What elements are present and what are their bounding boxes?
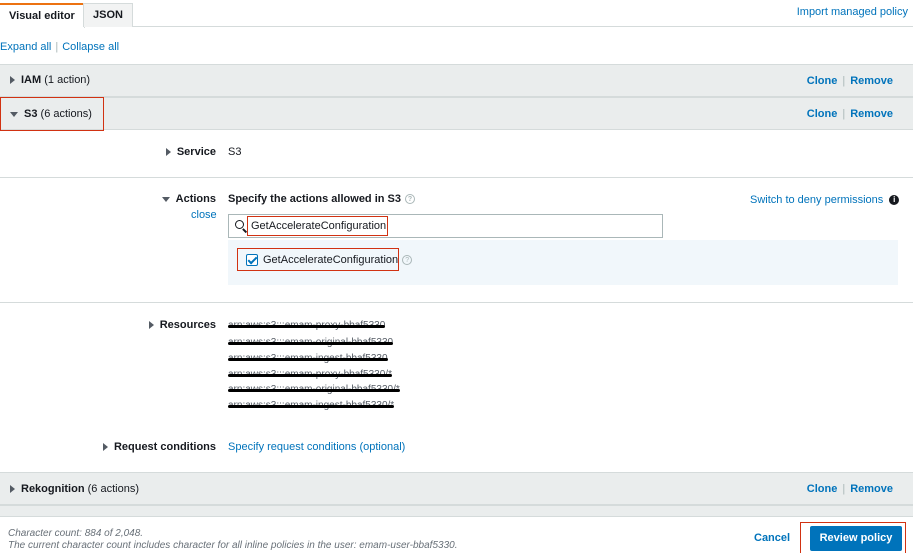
s3-remove-link[interactable]: Remove (850, 108, 893, 120)
resources-label-text: Resources (159, 319, 216, 331)
result-highlight-box (237, 248, 399, 271)
section-iam-service: IAM (21, 74, 42, 86)
section-rekognition-service: Rekognition (21, 483, 85, 495)
info-icon[interactable]: i (889, 195, 900, 206)
character-count-note: The current character count includes cha… (8, 540, 458, 551)
caret-down-icon (161, 196, 170, 202)
section-rekognition-header[interactable]: Rekognition (6 actions) Clone | Remove (0, 472, 913, 505)
resource-arn: arn:aws:s3:::emam-ingest-bbaf5330 (228, 353, 388, 364)
search-highlight-box (247, 216, 388, 236)
redaction-mark (228, 405, 395, 408)
redaction-mark (228, 342, 394, 345)
row-divider (0, 302, 913, 303)
expand-all-link[interactable]: Expand all (0, 41, 51, 53)
row-divider (0, 177, 913, 178)
request-conditions-label[interactable]: Request conditions (100, 441, 216, 453)
actions-heading: Specify the actions allowed in S3? (228, 193, 415, 205)
request-conditions-link[interactable]: Specify request conditions (optional) (228, 441, 405, 453)
tab-visual-editor[interactable]: Visual editor (0, 3, 85, 28)
service-row-label[interactable]: Service (160, 146, 216, 158)
caret-right-icon (10, 485, 15, 494)
rekognition-remove-link[interactable]: Remove (850, 483, 893, 495)
actions-row-label[interactable]: Actions (150, 193, 216, 205)
section-iam-title[interactable]: IAM (1 action) (10, 74, 90, 86)
resource-arn: arn:aws:s3:::emam-ingest-bbaf5330/* (228, 400, 395, 411)
s3-clone-link[interactable]: Clone (807, 108, 838, 120)
review-highlight-box (800, 522, 906, 553)
caret-right-icon (165, 148, 171, 157)
caret-right-icon (102, 443, 108, 452)
character-count-line: Character count: 884 of 2,048. (8, 528, 144, 539)
caret-right-icon (10, 76, 15, 85)
resource-arn: arn:aws:s3:::emam-proxy-bbaf5330/* (228, 369, 392, 380)
switch-deny-permissions[interactable]: Switch to deny permissions i (750, 194, 900, 206)
help-icon[interactable]: ? (402, 255, 413, 266)
service-value: S3 (228, 146, 242, 158)
redaction-mark (228, 389, 400, 392)
iam-clone-link[interactable]: Clone (807, 75, 838, 87)
iam-remove-link[interactable]: Remove (850, 75, 893, 87)
section-iam-count: (1 action) (44, 74, 91, 86)
redaction-mark (228, 374, 392, 377)
redaction-mark (228, 325, 386, 328)
section-s3-header[interactable]: S3 (6 actions) Clone | Remove (0, 97, 913, 130)
caret-right-icon (148, 321, 154, 330)
resources-row-label[interactable]: Resources (140, 319, 216, 331)
s3-highlight-box (0, 97, 104, 131)
resource-arn: arn:aws:s3:::emam-original-bbaf5330/* (228, 384, 400, 395)
cancel-button[interactable]: Cancel (754, 532, 790, 544)
request-conditions-text: Request conditions (113, 441, 216, 453)
expand-collapse-controls: Expand all | Collapse all (0, 41, 120, 53)
section-rekognition-title[interactable]: Rekognition (6 actions) (10, 483, 139, 495)
actions-label-text: Actions (175, 193, 216, 205)
redaction-mark (228, 358, 388, 361)
actions-close-link[interactable]: close (191, 209, 217, 221)
resource-arn: arn:aws:s3:::emam-proxy-bbaf5330 (228, 320, 386, 331)
import-managed-policy-link[interactable]: Import managed policy (797, 6, 908, 18)
character-count: Character count: 884 of 2,048. The curre… (8, 528, 458, 552)
section-rekognition-count: (6 actions) (87, 483, 139, 495)
editor-tab-bar: Visual editor JSON Import managed policy (0, 0, 913, 28)
switch-deny-link[interactable]: Switch to deny permissions (750, 194, 883, 206)
search-icon (235, 220, 244, 229)
resource-arn: arn:aws:s3:::emam-original-bbaf5330 (228, 337, 394, 348)
help-icon[interactable]: ? (405, 194, 415, 205)
actions-heading-text: Specify the actions allowed in S3 (228, 193, 401, 205)
collapse-all-link[interactable]: Collapse all (62, 41, 119, 53)
section-iam-header[interactable]: IAM (1 action) Clone | Remove (0, 64, 913, 97)
tab-json[interactable]: JSON (83, 3, 133, 27)
service-label-text: Service (176, 146, 216, 158)
policy-footer: Character count: 884 of 2,048. The curre… (0, 516, 913, 553)
rekognition-clone-link[interactable]: Clone (807, 483, 838, 495)
